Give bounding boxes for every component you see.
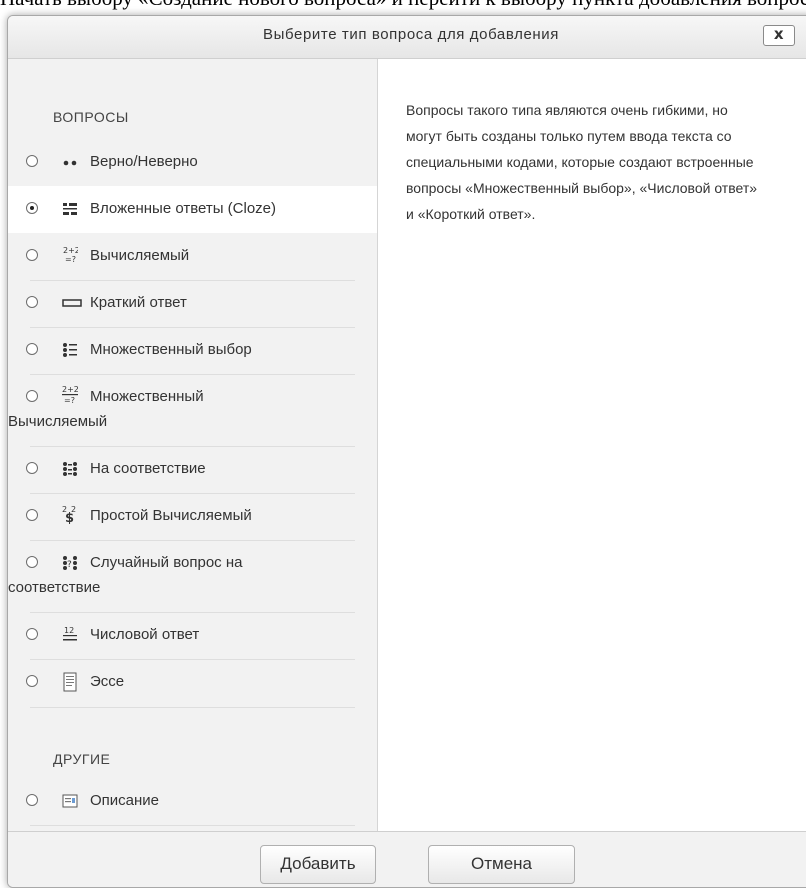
svg-text:12: 12 bbox=[64, 626, 74, 635]
radio-calculated[interactable] bbox=[26, 249, 38, 261]
option-label: Простой Вычисляемый bbox=[90, 507, 252, 524]
option-description[interactable]: Описание bbox=[8, 778, 377, 826]
numerical-icon: 12 bbox=[62, 626, 78, 642]
radio-description[interactable] bbox=[26, 794, 38, 806]
svg-text:2+2: 2+2 bbox=[62, 385, 78, 394]
option-label-line1: Множественный bbox=[90, 388, 204, 405]
radio-matching[interactable] bbox=[26, 462, 38, 474]
option-short-answer[interactable]: Краткий ответ bbox=[8, 280, 377, 328]
description-icon bbox=[62, 793, 78, 809]
radio-true-false[interactable] bbox=[26, 155, 38, 167]
section-heading-questions: ВОПРОСЫ bbox=[53, 109, 129, 125]
radio-numerical[interactable] bbox=[26, 628, 38, 640]
dialog-titlebar: Выберите тип вопроса для добавления x bbox=[8, 16, 806, 59]
option-label: На соответствие bbox=[90, 460, 206, 477]
description-pane: Вопросы такого типа являются очень гибки… bbox=[377, 59, 806, 831]
option-numerical[interactable]: 12 Числовой ответ bbox=[8, 612, 377, 660]
cloze-icon bbox=[62, 201, 78, 217]
short-answer-icon bbox=[62, 295, 82, 311]
calculated-multi-icon: 2+2 =? bbox=[62, 385, 78, 405]
radio-multiple-choice[interactable] bbox=[26, 343, 38, 355]
radio-calculated-multi[interactable] bbox=[26, 390, 38, 402]
svg-text:$: $ bbox=[65, 511, 74, 524]
option-random-matching[interactable]: ? Случайный вопрос на соответствие bbox=[8, 540, 377, 613]
option-label: Описание bbox=[90, 792, 160, 809]
close-button[interactable]: x bbox=[763, 25, 795, 46]
option-label: Вычисляемый bbox=[90, 247, 190, 264]
option-calculated-simple[interactable]: 2 2 $ Простой Вычисляемый bbox=[8, 493, 377, 541]
calculated-icon: 2+2=? bbox=[62, 246, 78, 264]
option-label: Эссе bbox=[90, 673, 125, 690]
svg-text:?: ? bbox=[67, 560, 72, 570]
option-label: Верно/Неверно bbox=[90, 153, 198, 170]
question-type-dialog: Выберите тип вопроса для добавления x ВО… bbox=[7, 15, 806, 888]
option-matching[interactable]: На соответствие bbox=[8, 446, 377, 494]
option-label-line1: Случайный вопрос на bbox=[90, 554, 243, 571]
matching-icon bbox=[62, 461, 78, 477]
svg-text:2+2: 2+2 bbox=[63, 246, 78, 255]
question-type-list: ВОПРОСЫ Верно/Неверно Вложенные ответы (… bbox=[8, 59, 377, 831]
close-icon: x bbox=[773, 25, 785, 43]
svg-text:=?: =? bbox=[65, 255, 76, 264]
multiple-choice-icon bbox=[62, 342, 78, 358]
dialog-title: Выберите тип вопроса для добавления bbox=[263, 26, 559, 43]
option-label: Множественный выбор bbox=[90, 341, 252, 358]
option-label: Краткий ответ bbox=[90, 294, 187, 311]
radio-random-matching[interactable] bbox=[26, 556, 38, 568]
option-essay[interactable]: Эссе bbox=[8, 659, 377, 708]
option-label: Числовой ответ bbox=[90, 626, 200, 643]
option-label-line2: Вычисляемый bbox=[8, 413, 108, 430]
option-calculated-multi[interactable]: 2+2 =? Множественный Вычисляемый bbox=[8, 374, 377, 447]
radio-calculated-simple[interactable] bbox=[26, 509, 38, 521]
option-label-line2: соответствие bbox=[8, 579, 101, 596]
add-button[interactable]: Добавить bbox=[260, 845, 376, 884]
option-cloze[interactable]: Вложенные ответы (Cloze) bbox=[8, 186, 377, 233]
random-matching-icon: ? bbox=[62, 555, 78, 571]
background-page-text: Начать выбору «Создание нового вопроса» … bbox=[0, 0, 806, 11]
calculated-simple-icon: 2 2 $ bbox=[62, 505, 78, 524]
essay-icon bbox=[62, 672, 78, 692]
question-type-description: Вопросы такого типа являются очень гибки… bbox=[406, 102, 758, 222]
section-heading-other: ДРУГИЕ bbox=[53, 751, 111, 767]
radio-cloze[interactable] bbox=[26, 202, 38, 214]
option-label: Вложенные ответы (Cloze) bbox=[90, 200, 277, 217]
option-true-false[interactable]: Верно/Неверно bbox=[8, 139, 377, 187]
option-multiple-choice[interactable]: Множественный выбор bbox=[8, 327, 377, 375]
true-false-icon bbox=[62, 154, 78, 170]
svg-text:=?: =? bbox=[64, 396, 75, 405]
radio-short-answer[interactable] bbox=[26, 296, 38, 308]
dialog-footer: Добавить Отмена bbox=[8, 831, 806, 887]
radio-essay[interactable] bbox=[26, 675, 38, 687]
cancel-button[interactable]: Отмена bbox=[428, 845, 575, 884]
option-calculated[interactable]: 2+2=? Вычисляемый bbox=[8, 233, 377, 281]
